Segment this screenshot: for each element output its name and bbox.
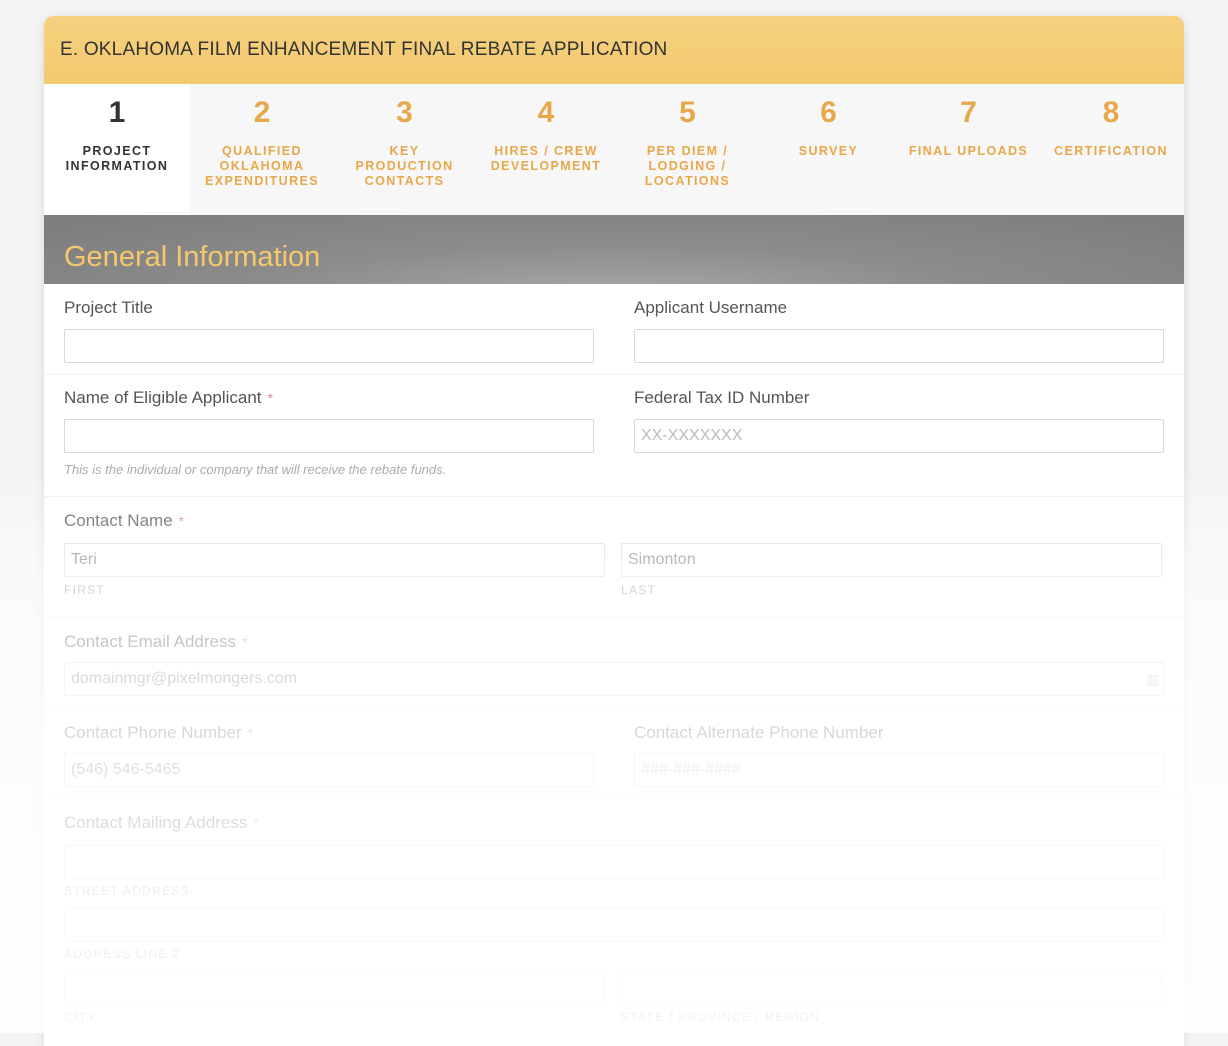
contact-email-label-text: Contact Email Address [64,632,236,651]
city-input[interactable] [64,971,605,1005]
eligible-applicant-label: Name of Eligible Applicant * [64,388,273,408]
required-marker: * [247,725,254,741]
step-5[interactable]: 5 PER DIEM / LODGING / LOCATIONS [617,84,758,215]
step-6[interactable]: 6 SURVEY [758,84,899,215]
form-row: Contact Mailing Address * STREET ADDRESS … [44,799,1184,1039]
mailing-address-label: Contact Mailing Address * [64,813,259,833]
step-8[interactable]: 8 CERTIFICATION [1038,84,1184,215]
alt-phone-label: Contact Alternate Phone Number [634,723,884,742]
street-address-sublabel: STREET ADDRESS [64,884,191,898]
app-header: E. OKLAHOMA FILM ENHANCEMENT FINAL REBAT… [44,16,1184,84]
applicant-username-label: Applicant Username [634,298,788,317]
street-address-input[interactable] [64,845,1164,879]
state-input[interactable] [621,971,1162,1005]
alt-phone-input[interactable] [634,753,1164,787]
step-label: SURVEY [798,144,859,158]
first-name-sublabel: FIRST [64,583,106,597]
step-3[interactable]: 3 KEY PRODUCTION CONTACTS [334,84,475,215]
step-number: 4 [537,96,555,129]
federal-tax-id-input[interactable] [634,419,1164,453]
form-row: Project Title Applicant Username [44,284,1184,375]
step-number: 1 [108,96,126,129]
contact-phone-label: Contact Phone Number * [64,723,253,743]
step-2[interactable]: 2 QUALIFIED OKLAHOMA EXPENDITURES [190,84,334,215]
section-title: General Information [64,241,321,273]
step-number: 5 [679,96,696,129]
project-title-input[interactable] [64,329,594,363]
step-label: QUALIFIED OKLAHOMA EXPENDITURES [204,144,320,188]
eligible-applicant-label-text: Name of Eligible Applicant [64,388,262,407]
step-4[interactable]: 4 HIRES / CREW DEVELOPMENT [475,84,617,215]
contact-phone-input[interactable] [64,753,594,787]
form-row: Contact Phone Number * Contact Alternate … [44,709,1184,799]
project-title-label: Project Title [64,298,153,317]
required-marker: * [253,815,259,831]
step-7[interactable]: 7 FINAL UPLOADS [899,84,1038,215]
app-title: E. OKLAHOMA FILM ENHANCEMENT FINAL REBAT… [60,39,668,60]
required-marker: * [178,513,185,529]
step-number: 2 [253,96,271,129]
last-name-input[interactable] [621,543,1162,577]
general-information-form: Project Title Applicant Username Name of… [44,284,1184,1039]
step-label: KEY PRODUCTION CONTACTS [355,144,454,188]
contact-name-label: Contact Name * [64,511,184,531]
form-row: Contact Name * FIRST LAST [44,497,1184,618]
application-card: E. OKLAHOMA FILM ENHANCEMENT FINAL REBAT… [44,16,1184,1046]
mailing-address-label-text: Contact Mailing Address [64,813,248,832]
step-number: 8 [1102,96,1120,129]
contact-email-input[interactable] [64,662,1164,696]
applicant-username-input[interactable] [634,329,1164,363]
step-1[interactable]: 1 PROJECT INFORMATION [44,84,190,215]
required-marker: * [267,390,273,406]
state-sublabel: STATE / PROVINCE / REGION [621,1010,821,1024]
federal-tax-id-label: Federal Tax ID Number [634,388,810,407]
form-row: Contact Email Address * ▥ [44,618,1184,709]
section-header: General Information [44,215,1184,284]
eligible-applicant-help: This is the individual or company that w… [64,462,447,477]
autofill-icon: ▥ [1146,671,1160,687]
step-label: PER DIEM / LODGING / LOCATIONS [644,144,731,188]
first-name-input[interactable] [64,543,605,577]
required-marker: * [241,634,248,650]
address-line2-sublabel: ADDRESS LINE 2 [64,947,181,961]
form-row: Name of Eligible Applicant * This is the … [44,375,1184,497]
step-label: PROJECT INFORMATION [65,144,169,173]
eligible-applicant-input[interactable] [64,419,594,453]
step-nav: 1 PROJECT INFORMATION 2 QUALIFIED OKLAHO… [44,84,1184,215]
step-number: 7 [960,96,977,129]
step-label: HIRES / CREW DEVELOPMENT [490,144,602,173]
last-name-sublabel: LAST [621,583,657,597]
city-sublabel: CITY [64,1010,97,1024]
step-number: 6 [820,96,837,129]
step-label: CERTIFICATION [1054,144,1168,158]
contact-name-label-text: Contact Name [64,511,173,530]
address-line2-input[interactable] [64,908,1164,942]
step-number: 3 [396,96,413,129]
step-label: FINAL UPLOADS [908,144,1029,158]
contact-email-label: Contact Email Address * [64,632,247,652]
contact-phone-label-text: Contact Phone Number [64,723,242,742]
